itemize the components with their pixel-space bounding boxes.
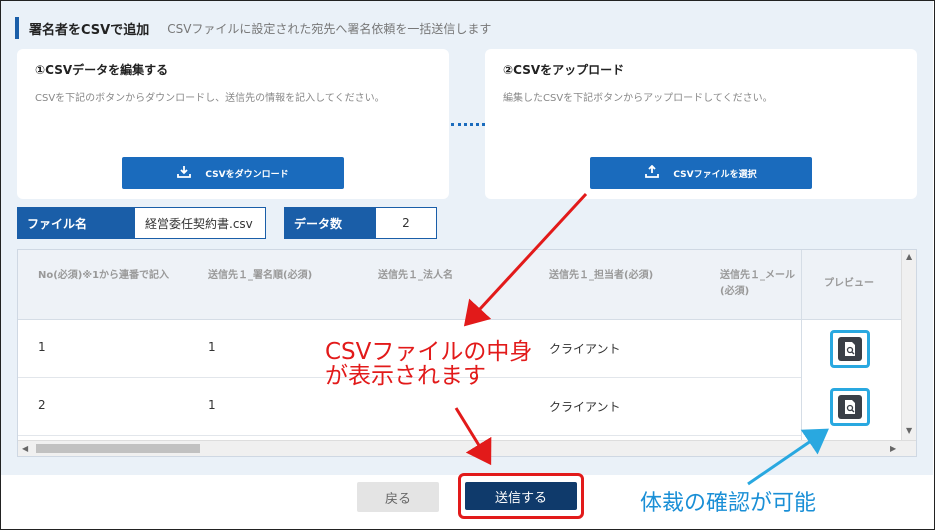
column-header-order: 送信先１_署名順(必須): [208, 270, 313, 281]
step1-title: ①CSVデータを編集する: [35, 63, 169, 77]
step2-description: 編集したCSVを下記ボタンからアップロードしてください。: [503, 93, 773, 104]
step2-title: ②CSVをアップロード: [503, 63, 625, 77]
preview-column: プレビュー: [801, 250, 901, 440]
section-header: 署名者をCSVで追加 CSVファイルに設定された宛先へ署名依頼を一括送信します: [15, 17, 491, 39]
column-header-preview: プレビュー: [824, 278, 874, 289]
column-header-person: 送信先１_担当者(必須): [549, 270, 654, 281]
csv-upload-panel: 署名者をCSVで追加 CSVファイルに設定された宛先へ署名依頼を一括送信します …: [1, 1, 933, 475]
step1-description: CSVを下記のボタンからダウンロードし、送信先の情報を記入してください。: [35, 93, 385, 104]
horizontal-scroll-thumb[interactable]: [36, 444, 200, 453]
preview-button[interactable]: [830, 330, 870, 368]
cell-no: 2: [38, 398, 46, 412]
download-csv-button[interactable]: CSVをダウンロード: [122, 157, 344, 189]
section-subtitle: CSVファイルに設定された宛先へ署名依頼を一括送信します: [167, 21, 492, 36]
step-connector: [451, 123, 485, 126]
back-button[interactable]: 戻る: [357, 482, 439, 512]
upload-icon: [645, 164, 660, 182]
preview-annotation: 体裁の確認が可能: [640, 491, 817, 516]
download-icon: [177, 165, 192, 182]
csv-content-annotation: CSVファイルの中身 が表示されます: [325, 340, 532, 388]
annotation-line-2: が表示されます: [325, 363, 486, 389]
preview-button[interactable]: [830, 388, 870, 426]
horizontal-scrollbar[interactable]: ◀ ▶: [18, 440, 916, 456]
document-preview-icon: [838, 337, 862, 361]
column-header-company: 送信先１_法人名: [378, 270, 453, 281]
select-csv-label: CSVファイルを選択: [673, 169, 757, 180]
scroll-down-arrow-icon[interactable]: ▼: [906, 426, 912, 435]
download-csv-label: CSVをダウンロード: [205, 169, 289, 180]
file-name-label: ファイル名: [17, 207, 135, 239]
submit-button[interactable]: 送信する: [465, 482, 577, 510]
scroll-up-arrow-icon[interactable]: ▲: [906, 252, 912, 261]
cell-person: クライアント: [549, 342, 621, 356]
column-header-no: No(必須)※1から連番で記入: [38, 270, 170, 281]
cell-no: 1: [38, 340, 46, 354]
select-csv-button[interactable]: CSVファイルを選択: [590, 157, 812, 189]
section-title: 署名者をCSVで追加: [29, 22, 150, 38]
data-count-value: 2: [375, 207, 437, 239]
cell-order: 1: [208, 398, 216, 412]
data-count-label: データ数: [284, 207, 376, 239]
preview-header-cell: プレビュー: [802, 250, 901, 320]
document-preview-icon: [838, 395, 862, 419]
table-header-row: No(必須)※1から連番で記入 送信先１_署名順(必須) 送信先１_法人名 送信…: [18, 250, 916, 320]
step2-card: ②CSVをアップロード 編集したCSVを下記ボタンからアップロードしてください。…: [485, 49, 917, 199]
scroll-right-arrow-icon[interactable]: ▶: [890, 444, 896, 453]
vertical-scrollbar[interactable]: ▲ ▼: [901, 250, 916, 440]
cell-order: 1: [208, 340, 216, 354]
step1-card: ①CSVデータを編集する CSVを下記のボタンからダウンロードし、送信先の情報を…: [17, 49, 449, 199]
annotation-line-1: CSVファイルの中身: [325, 339, 533, 365]
scroll-left-arrow-icon[interactable]: ◀: [22, 444, 28, 453]
header-accent-bar: [15, 17, 19, 39]
file-name-value: 経営委任契約書.csv: [134, 207, 266, 239]
cell-person: クライアント: [549, 400, 621, 414]
column-header-email: 送信先１_メール(必須): [720, 270, 795, 297]
